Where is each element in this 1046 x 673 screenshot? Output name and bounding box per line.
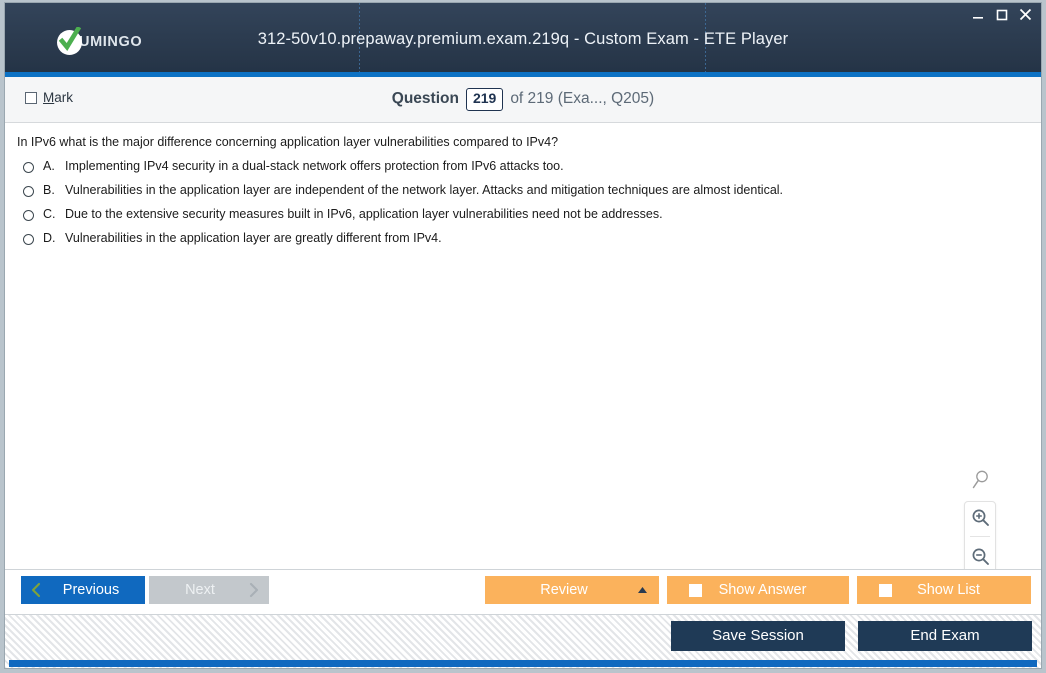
answer-option-b[interactable]: B. Vulnerabilities in the application la… [23, 183, 1025, 207]
save-session-button[interactable]: Save Session [671, 621, 845, 651]
chevron-right-icon [239, 582, 269, 598]
next-button-label: Next [185, 582, 215, 598]
zoom-in-icon[interactable] [969, 506, 991, 528]
show-answer-button-label: Show Answer [718, 582, 807, 598]
answer-option-a[interactable]: A. Implementing IPv4 security in a dual-… [23, 159, 1025, 183]
caret-up-icon [625, 586, 659, 594]
previous-button[interactable]: Previous [21, 576, 145, 604]
previous-button-label: Previous [62, 582, 120, 598]
radio-icon[interactable] [23, 234, 34, 245]
title-bar: UMINGO 312-50v10.prepaway.premium.exam.2… [5, 3, 1041, 77]
show-list-checkbox[interactable] [879, 583, 892, 597]
option-letter: A. [43, 159, 55, 173]
zoom-out-icon[interactable] [969, 546, 991, 568]
review-button[interactable]: Review [485, 576, 659, 604]
question-total-label: of 219 (Exa..., Q205) [510, 90, 655, 108]
next-button: Next [149, 576, 269, 604]
ete-player-window: UMINGO 312-50v10.prepaway.premium.exam.2… [4, 2, 1042, 669]
review-button-label: Review [540, 582, 588, 598]
zoom-divider [970, 536, 990, 538]
question-body: In IPv6 what is the major difference con… [5, 123, 1041, 570]
navigation-bar: Previous Next Review Show Answer Show Li… [5, 570, 1041, 614]
window-title: 312-50v10.prepaway.premium.exam.219q - C… [257, 30, 789, 48]
question-text: In IPv6 what is the major difference con… [17, 135, 559, 149]
answer-option-c[interactable]: C. Due to the extensive security measure… [23, 207, 1025, 231]
question-counter: Question 219 of 219 (Exa..., Q205) [5, 88, 1041, 111]
question-header-bar: Mark Question 219 of 219 (Exa..., Q205) [5, 77, 1041, 123]
option-letter: C. [43, 207, 56, 221]
question-label: Question [391, 90, 459, 108]
answer-options-list: A. Implementing IPv4 security in a dual-… [23, 159, 1025, 255]
option-letter: B. [43, 183, 55, 197]
show-answer-button[interactable]: Show Answer [667, 576, 849, 604]
footer-bar: Save Session End Exam [5, 614, 1041, 668]
answer-option-d[interactable]: D. Vulnerabilities in the application la… [23, 231, 1025, 255]
chevron-left-icon [21, 582, 51, 598]
app-root: UMINGO 312-50v10.prepaway.premium.exam.2… [0, 0, 1046, 673]
question-number-input[interactable]: 219 [465, 88, 504, 111]
radio-icon[interactable] [23, 162, 34, 173]
magnifier-icon[interactable] [969, 469, 993, 493]
option-text: Vulnerabilities in the application layer… [65, 183, 784, 197]
show-list-button[interactable]: Show List [857, 576, 1031, 604]
maximize-icon[interactable] [995, 8, 1008, 21]
minimize-icon[interactable] [971, 8, 984, 21]
close-icon[interactable] [1019, 8, 1032, 21]
option-text: Due to the extensive security measures b… [65, 207, 663, 221]
option-text: Implementing IPv4 security in a dual-sta… [65, 159, 564, 173]
option-text: Vulnerabilities in the application layer… [65, 231, 442, 245]
option-letter: D. [43, 231, 56, 245]
show-list-button-label: Show List [917, 582, 980, 598]
zoom-controls-panel [964, 501, 996, 569]
radio-icon[interactable] [23, 186, 34, 197]
window-controls [971, 8, 1032, 21]
show-answer-checkbox[interactable] [689, 583, 702, 597]
radio-icon[interactable] [23, 210, 34, 221]
end-exam-button[interactable]: End Exam [858, 621, 1032, 651]
